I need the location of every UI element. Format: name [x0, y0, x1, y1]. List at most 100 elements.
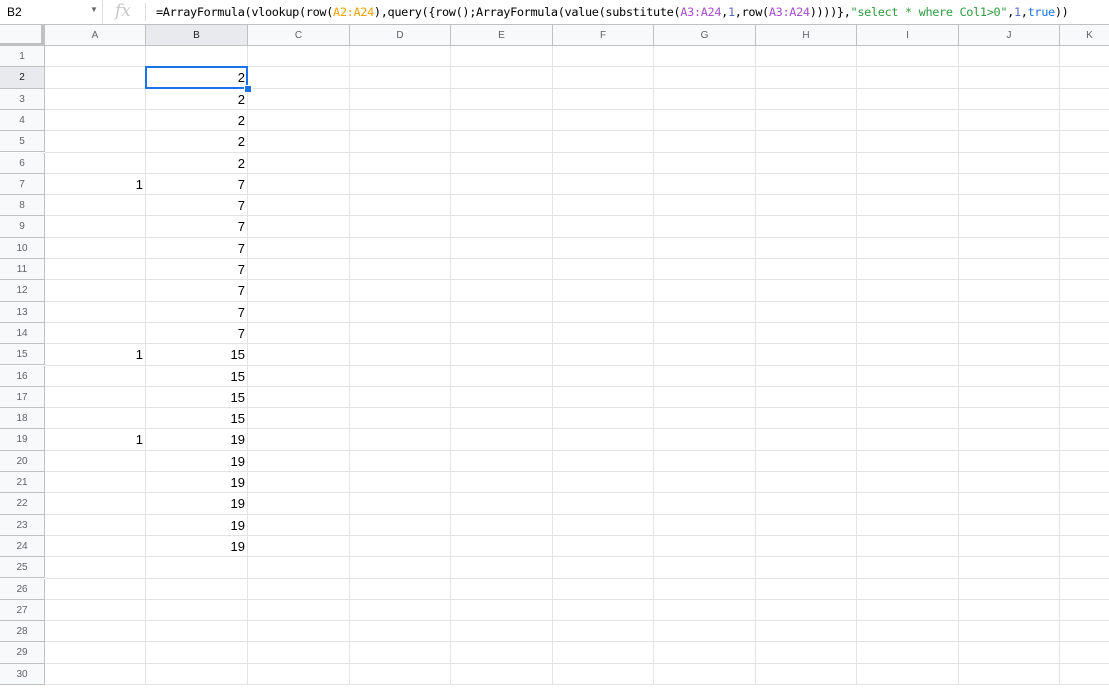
cell-b17[interactable]: 15 — [146, 387, 248, 408]
cell-b14[interactable]: 7 — [146, 323, 248, 344]
formula-token: ))))}, — [809, 5, 851, 19]
row-header-13[interactable]: 13 — [0, 301, 45, 323]
row-header-15[interactable]: 15 — [0, 344, 45, 366]
row-header-19[interactable]: 19 — [0, 429, 45, 451]
fx-icon: fx — [115, 1, 131, 21]
formula-bar: B2 ▼ fx =ArrayFormula(vlookup(row(A2:A24… — [0, 0, 1109, 25]
cell-b18[interactable]: 15 — [146, 408, 248, 429]
row-header-25[interactable]: 25 — [0, 557, 45, 579]
row-header-2[interactable]: 2 — [0, 67, 45, 89]
cell-b15[interactable]: 15 — [146, 344, 248, 365]
column-header-k[interactable]: K — [1060, 25, 1109, 46]
formula-input[interactable]: =ArrayFormula(vlookup(row(A2:A24),query(… — [156, 5, 1069, 19]
cell-b23[interactable]: 19 — [146, 515, 248, 536]
grid-line — [45, 620, 1109, 622]
formula-token: 1 — [727, 5, 735, 19]
grid-line — [45, 641, 1109, 643]
grid-line — [653, 46, 654, 685]
column-header-j[interactable]: J — [959, 25, 1060, 46]
row-header-26[interactable]: 26 — [0, 578, 45, 600]
column-header-i[interactable]: I — [857, 25, 959, 46]
column-header-a[interactable]: A — [45, 25, 146, 46]
formula-token: , — [1020, 5, 1028, 19]
formula-token: , — [1007, 5, 1014, 19]
column-header-g[interactable]: G — [654, 25, 756, 46]
cell-b3[interactable]: 2 — [146, 89, 248, 110]
row-header-27[interactable]: 27 — [0, 599, 45, 622]
cell-b8[interactable]: 7 — [146, 195, 248, 216]
row-header-11[interactable]: 11 — [0, 259, 45, 281]
row-header-23[interactable]: 23 — [0, 514, 45, 536]
row-header-21[interactable]: 21 — [0, 472, 45, 494]
cell-b13[interactable]: 7 — [146, 302, 248, 323]
formula-token: "select * where Col1>0" — [850, 5, 1008, 19]
formula-token: A3:A24 — [680, 5, 722, 19]
formula-token: true — [1027, 5, 1056, 19]
formula-token: 1 — [1013, 5, 1021, 19]
grid-line — [450, 46, 451, 685]
column-header-f[interactable]: F — [553, 25, 654, 46]
chevron-down-icon[interactable]: ▼ — [90, 5, 98, 14]
column-header-d[interactable]: D — [350, 25, 451, 46]
grid-line — [349, 46, 350, 685]
row-header-10[interactable]: 10 — [0, 237, 45, 259]
row-header-17[interactable]: 17 — [0, 386, 45, 409]
row-header-16[interactable]: 16 — [0, 365, 45, 387]
row-header-14[interactable]: 14 — [0, 322, 45, 345]
row-header-29[interactable]: 29 — [0, 642, 45, 664]
cell-a19[interactable]: 1 — [45, 429, 146, 450]
row-header-8[interactable]: 8 — [0, 195, 45, 217]
row-header-20[interactable]: 20 — [0, 450, 45, 472]
column-header-h[interactable]: H — [756, 25, 857, 46]
cell-b22[interactable]: 19 — [146, 493, 248, 514]
row-header-24[interactable]: 24 — [0, 535, 45, 558]
column-header-c[interactable]: C — [248, 25, 350, 46]
fill-handle[interactable] — [244, 84, 252, 93]
cell-b4[interactable]: 2 — [146, 110, 248, 131]
cell-b7[interactable]: 7 — [146, 174, 248, 195]
cell-b6[interactable]: 2 — [146, 153, 248, 174]
grid-line — [552, 46, 553, 685]
cell-a15[interactable]: 1 — [45, 344, 146, 365]
cell-a7[interactable]: 1 — [45, 174, 146, 195]
row-header-30[interactable]: 30 — [0, 663, 45, 685]
cell-b21[interactable]: 19 — [146, 472, 248, 493]
cell-b9[interactable]: 7 — [146, 216, 248, 237]
row-header-6[interactable]: 6 — [0, 152, 45, 174]
name-box[interactable]: B2 ▼ — [0, 0, 103, 24]
grid-line — [45, 577, 1109, 579]
row-header-3[interactable]: 3 — [0, 88, 45, 110]
row-header-9[interactable]: 9 — [0, 216, 45, 238]
row-header-5[interactable]: 5 — [0, 131, 45, 153]
grid-line — [45, 662, 1109, 664]
cell-b11[interactable]: 7 — [146, 259, 248, 280]
row-header-28[interactable]: 28 — [0, 621, 45, 643]
cell-b16[interactable]: 15 — [146, 366, 248, 387]
row-header-4[interactable]: 4 — [0, 109, 45, 132]
row-header-12[interactable]: 12 — [0, 280, 45, 302]
grid-line — [45, 684, 1109, 685]
cell-b19[interactable]: 19 — [146, 429, 248, 450]
select-all-corner[interactable] — [0, 25, 45, 46]
divider — [145, 3, 146, 21]
row-header-22[interactable]: 22 — [0, 493, 45, 515]
formula-token: , — [721, 5, 728, 19]
grid-line — [755, 46, 756, 685]
cell-b24[interactable]: 19 — [146, 536, 248, 557]
column-header-b[interactable]: B — [146, 25, 248, 46]
cell-reference[interactable]: B2 — [7, 5, 22, 19]
row-header-1[interactable]: 1 — [0, 46, 45, 68]
cell-b10[interactable]: 7 — [146, 238, 248, 259]
row-header-7[interactable]: 7 — [0, 173, 45, 196]
formula-token: ,row( — [734, 5, 769, 19]
column-header-e[interactable]: E — [451, 25, 553, 46]
formula-token: ),query({row();ArrayFormula(value(substi… — [373, 5, 681, 19]
formula-token: A2:A24 — [333, 5, 374, 19]
cell-b20[interactable]: 19 — [146, 451, 248, 472]
formula-token: )) — [1054, 5, 1069, 19]
cell-b5[interactable]: 2 — [146, 131, 248, 152]
grid-line — [45, 598, 1109, 600]
grid-line — [1059, 46, 1060, 685]
cell-b12[interactable]: 7 — [146, 280, 248, 301]
row-header-18[interactable]: 18 — [0, 408, 45, 430]
